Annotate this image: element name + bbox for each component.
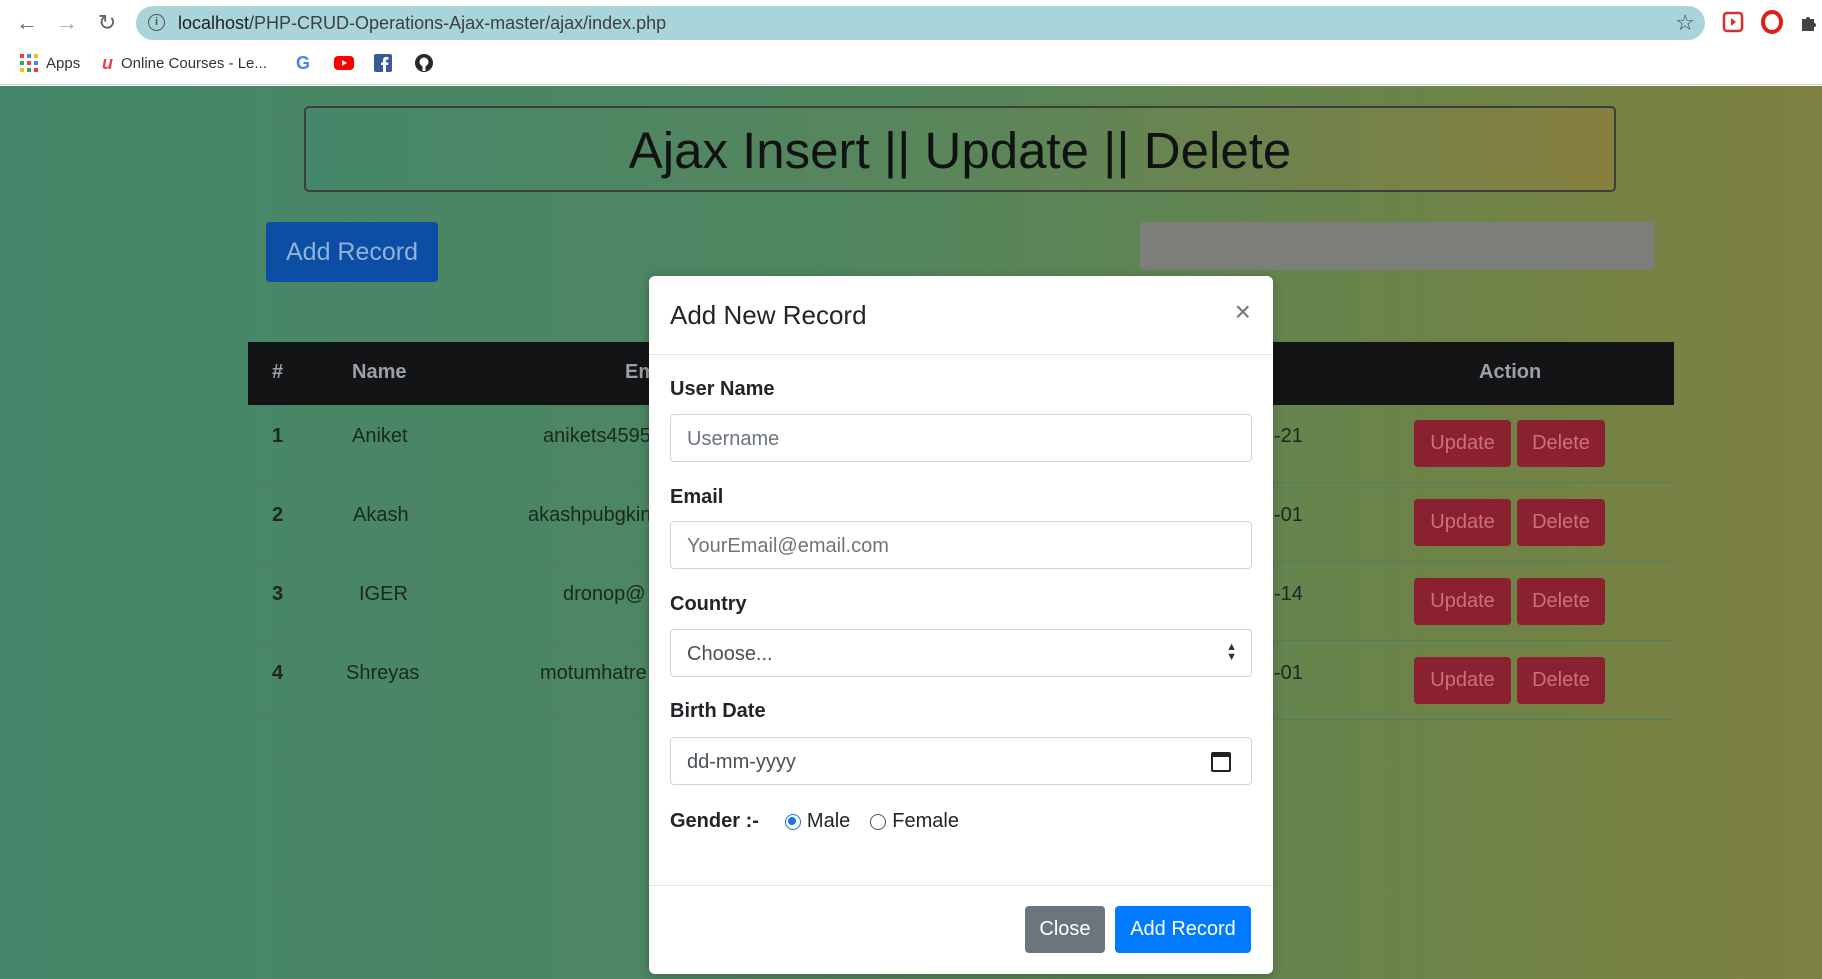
- row-num: 1: [272, 425, 284, 447]
- opera-icon[interactable]: [1760, 10, 1784, 34]
- row-date: -21: [1274, 425, 1303, 447]
- header-num: #: [272, 361, 284, 383]
- row-date: -01: [1274, 662, 1303, 684]
- extensions-puzzle-icon[interactable]: [1798, 10, 1822, 34]
- delete-button[interactable]: Delete: [1517, 420, 1605, 467]
- update-button[interactable]: Update: [1414, 499, 1511, 546]
- country-select[interactable]: Choose... ▲ ▼: [670, 629, 1252, 677]
- bookmark-label: Apps: [46, 54, 81, 72]
- delete-button[interactable]: Delete: [1517, 657, 1605, 704]
- bookmark-github[interactable]: [414, 50, 442, 76]
- gender-option-female[interactable]: Female: [870, 810, 959, 833]
- search-input[interactable]: [1140, 222, 1655, 270]
- row-name: IGER: [359, 583, 408, 605]
- row-name: Aniket: [352, 425, 408, 447]
- row-date: -01: [1274, 504, 1303, 526]
- modal-header: Add New Record ×: [649, 276, 1273, 355]
- delete-button[interactable]: Delete: [1517, 578, 1605, 625]
- page-title: Ajax Insert || Update || Delete: [628, 122, 1292, 179]
- modal-footer: Close Add Record: [649, 885, 1273, 974]
- row-name: Akash: [353, 504, 409, 526]
- row-date: -14: [1274, 583, 1303, 605]
- close-button[interactable]: Close: [1025, 906, 1105, 953]
- back-arrow-icon[interactable]: ←: [12, 9, 42, 37]
- page-background: Ajax Insert || Update || Delete Add Reco…: [0, 86, 1822, 979]
- row-email: akashpubgkin: [528, 504, 652, 526]
- username-label: User Name: [670, 378, 775, 400]
- extension-red-icon[interactable]: [1721, 10, 1745, 34]
- modal-title: Add New Record: [670, 300, 867, 330]
- male-radio[interactable]: [784, 813, 801, 830]
- update-button[interactable]: Update: [1414, 420, 1511, 467]
- facebook-icon: [374, 54, 392, 72]
- add-record-open-button[interactable]: Add Record: [266, 222, 438, 282]
- birth-date-input[interactable]: dd-mm-yyyy: [670, 737, 1252, 785]
- bookmark-label: Online Courses - Le...: [121, 54, 267, 72]
- close-icon[interactable]: ×: [1235, 298, 1251, 326]
- row-email: motumhatre: [540, 662, 647, 684]
- page-title-box: Ajax Insert || Update || Delete: [304, 106, 1616, 192]
- update-button[interactable]: Update: [1414, 578, 1511, 625]
- forward-arrow-icon[interactable]: →: [52, 9, 82, 37]
- email-input[interactable]: YourEmail@email.com: [670, 521, 1252, 569]
- browser-toolbar: ← → ↻ i localhost/PHP-CRUD-Operations-Aj…: [0, 0, 1822, 85]
- url-text[interactable]: localhost/PHP-CRUD-Operations-Ajax-maste…: [178, 13, 666, 34]
- bookmark-youtube[interactable]: [334, 50, 362, 76]
- row-name: Shreyas: [346, 662, 420, 684]
- email-placeholder: YourEmail@email.com: [687, 535, 889, 557]
- row-num: 4: [272, 662, 284, 684]
- row-num: 2: [272, 504, 284, 526]
- bookmark-apps[interactable]: Apps: [20, 50, 80, 76]
- add-record-submit-button[interactable]: Add Record: [1115, 906, 1251, 953]
- youtube-icon: [334, 56, 354, 70]
- site-info-icon[interactable]: i: [148, 14, 165, 31]
- female-radio[interactable]: [870, 813, 887, 830]
- birth-date-label: Birth Date: [670, 700, 766, 722]
- delete-button[interactable]: Delete: [1517, 499, 1605, 546]
- url-path: /PHP-CRUD-Operations-Ajax-master/ajax/in…: [249, 13, 667, 33]
- birth-date-placeholder: dd-mm-yyyy: [687, 751, 796, 773]
- row-email: dronop@: [563, 583, 646, 605]
- country-selected-value: Choose...: [687, 643, 773, 665]
- email-label: Email: [670, 486, 724, 508]
- gender-group: Gender :- Male Female: [670, 810, 979, 833]
- update-button[interactable]: Update: [1414, 657, 1511, 704]
- row-num: 3: [272, 583, 284, 605]
- gender-label: Gender :-: [670, 810, 759, 832]
- gender-option-male[interactable]: Male: [784, 810, 851, 833]
- female-label: Female: [892, 810, 959, 832]
- bookmark-google[interactable]: G: [296, 50, 318, 76]
- header-action: Action: [1479, 361, 1542, 383]
- row-email: anikets4595: [543, 425, 651, 447]
- select-caret-icon: ▲ ▼: [1226, 641, 1237, 663]
- username-input[interactable]: Username: [670, 414, 1252, 462]
- address-bar[interactable]: i localhost/PHP-CRUD-Operations-Ajax-mas…: [136, 6, 1705, 40]
- bookmark-online-courses[interactable]: u Online Courses - Le...: [102, 50, 267, 76]
- reload-icon[interactable]: ↻: [92, 9, 122, 37]
- bookmark-facebook[interactable]: [374, 50, 400, 76]
- username-placeholder: Username: [687, 428, 780, 450]
- google-icon: G: [296, 52, 311, 73]
- country-label: Country: [670, 593, 747, 615]
- udemy-icon: u: [102, 52, 113, 73]
- apps-grid-icon: [20, 54, 38, 72]
- calendar-icon[interactable]: [1211, 752, 1231, 772]
- header-name: Name: [352, 361, 407, 383]
- male-label: Male: [806, 810, 851, 832]
- url-host: localhost: [178, 13, 250, 33]
- bookmark-star-icon[interactable]: ☆: [1675, 10, 1695, 36]
- add-record-modal: Add New Record × User Name Username Emai…: [649, 276, 1273, 974]
- github-icon: [415, 54, 433, 72]
